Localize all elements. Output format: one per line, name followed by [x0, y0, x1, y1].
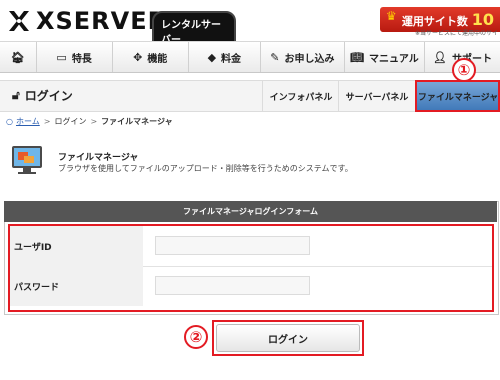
login-form-heading: ファイルマネージャログインフォーム	[4, 201, 497, 222]
home-circle-icon: ○	[6, 117, 13, 126]
person-icon: 👤︎	[432, 50, 447, 64]
promo-text: 運用サイト数	[401, 15, 468, 28]
promo-number: 10	[471, 10, 494, 29]
xserver-logo[interactable]: XSERVER レンタルサーバー	[6, 6, 236, 51]
nav-home[interactable]: 🏠︎	[0, 42, 37, 72]
promo-note: ※当サービスにて運用中のサイ	[414, 30, 498, 37]
nav-manual-label: マニュアル	[369, 53, 419, 65]
login-title-text: ログイン	[24, 89, 73, 103]
xserver-logo-mark-icon	[9, 11, 29, 31]
nav-features-label: 特長	[71, 53, 92, 65]
monitor-icon: ▭	[56, 50, 67, 64]
puzzle-icon: ✥	[133, 50, 143, 64]
file-manager-monitor-icon	[12, 146, 42, 174]
nav-features[interactable]: ▭ 特長	[37, 42, 113, 72]
nav-apply[interactable]: ✎ お申し込み	[261, 42, 345, 72]
tab-info-panel[interactable]: インフォパネル	[262, 81, 339, 111]
home-icon: 🏠︎	[10, 50, 25, 64]
breadcrumb-separator-icon: >	[90, 117, 98, 126]
login-button[interactable]: ログイン	[216, 324, 360, 352]
pen-icon: ✎	[270, 50, 280, 64]
brand-name: XSERVER	[36, 7, 168, 35]
breadcrumb-home[interactable]: ホーム	[16, 116, 40, 127]
annotation-highlight-form	[8, 224, 494, 312]
unlock-icon: 🔓︎	[12, 88, 20, 102]
breadcrumb-separator-icon: >	[43, 117, 51, 126]
nav-functions-label: 機能	[147, 53, 168, 65]
nav-apply-label: お申し込み	[284, 53, 335, 65]
annotation-2: ②	[184, 325, 208, 349]
promo-banner[interactable]: ♛ 運用サイト数 10 ※当サービスにて運用中のサイ	[379, 7, 500, 37]
breadcrumb-current: ファイルマネージャ	[101, 117, 173, 126]
book-icon: 📖︎	[350, 50, 365, 64]
page-description: ブラウザを使用してファイルのアップロード・削除等を行うためのシステムです。	[58, 164, 353, 173]
login-bar-title: 🔓︎ ログイン	[12, 87, 73, 104]
crown-icon: ♛	[385, 9, 397, 23]
annotation-1: ①	[452, 58, 476, 82]
nav-functions[interactable]: ✥ 機能	[113, 42, 189, 72]
main-nav: 🏠︎ ▭ 特長 ✥ 機能 ◆ 料金 ✎ お申し込み 📖︎ マニュアル 👤︎ サポ…	[0, 41, 500, 73]
tab-file-manager[interactable]: ファイルマネージャ	[415, 80, 500, 112]
tab-server-panel[interactable]: サーバーパネル	[338, 81, 415, 111]
breadcrumb: ○ ホーム > ログイン > ファイルマネージャ	[6, 116, 173, 127]
nav-pricing[interactable]: ◆ 料金	[189, 42, 261, 72]
page-title: ファイルマネージャ	[58, 153, 139, 163]
breadcrumb-login[interactable]: ログイン	[54, 116, 86, 127]
tag-icon: ◆	[207, 50, 217, 64]
nav-pricing-label: 料金	[221, 53, 242, 65]
nav-manual[interactable]: 📖︎ マニュアル	[345, 42, 425, 72]
login-bar: 🔓︎ ログイン インフォパネル サーバーパネル ファイルマネージャ	[0, 80, 500, 112]
